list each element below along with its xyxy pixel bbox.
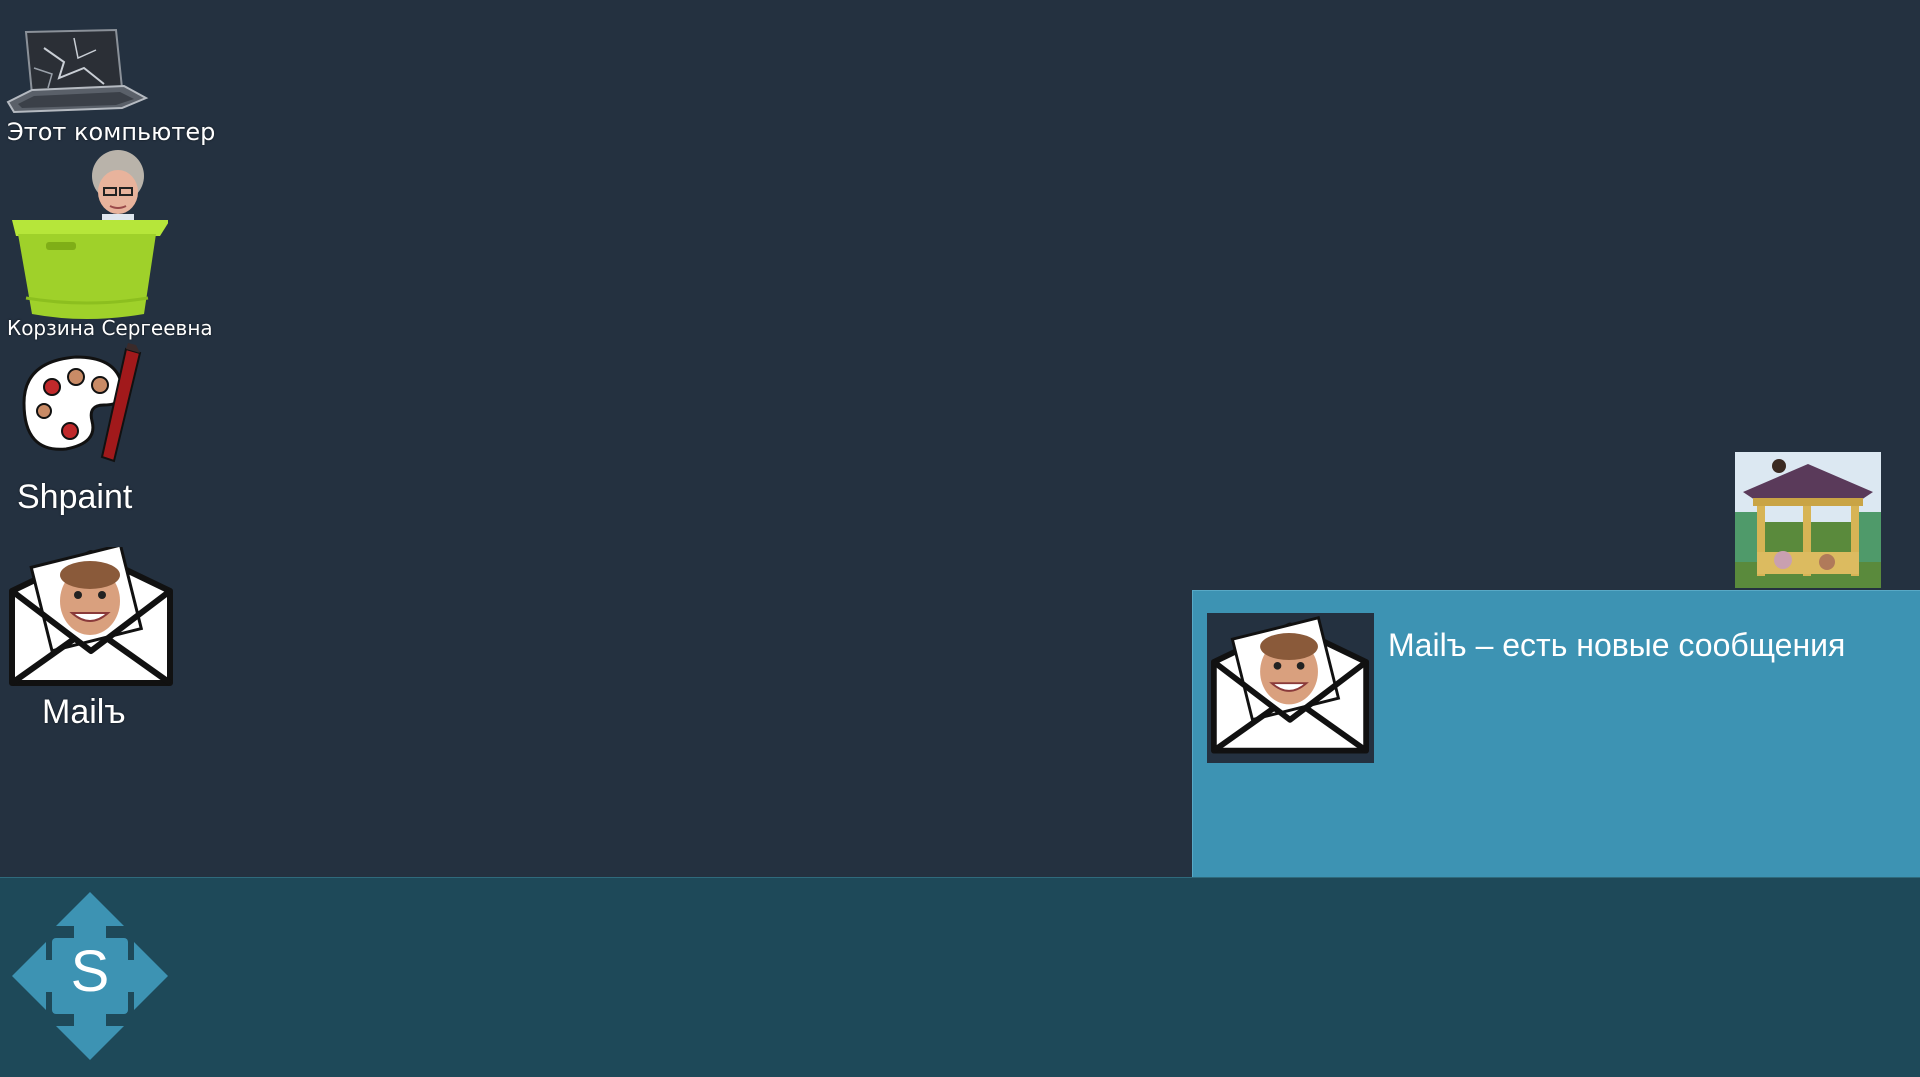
desktop-icon-label: Shpaint [17,478,133,516]
desktop-icon-label: Этот компьютер [7,118,216,146]
start-button[interactable]: S [12,892,168,1060]
desktop-icon-recycle-bin[interactable]: Корзина Сергеевна [0,148,215,340]
taskbar: S [0,877,1920,1077]
paint-palette-icon [22,343,142,463]
mail-envelope-icon [9,547,173,686]
desktop-icon-label: Корзина Сергеевна [7,316,213,340]
desktop-icon-shpaint[interactable]: Shpaint [0,340,200,520]
desktop-icon-mail[interactable]: Mailъ [0,545,200,735]
desktop-icon-label: Mailъ [42,693,126,731]
mail-envelope-icon [1210,616,1370,754]
green-basket-icon [12,150,168,319]
notification-toast[interactable]: Mailъ – есть новые сообщения [1192,590,1920,877]
desktop: Этот компьютер Корзина Сергеевна Shpaint… [0,0,1920,877]
gazebo-photo [1735,452,1881,588]
gazebo-photo-icon[interactable] [1735,452,1881,588]
desktop-icon-computer[interactable]: Этот компьютер [0,20,215,150]
start-label: S [70,939,110,1004]
notification-text: Mailъ – есть новые сообщения [1388,627,1846,663]
notification-icon [1207,613,1374,763]
